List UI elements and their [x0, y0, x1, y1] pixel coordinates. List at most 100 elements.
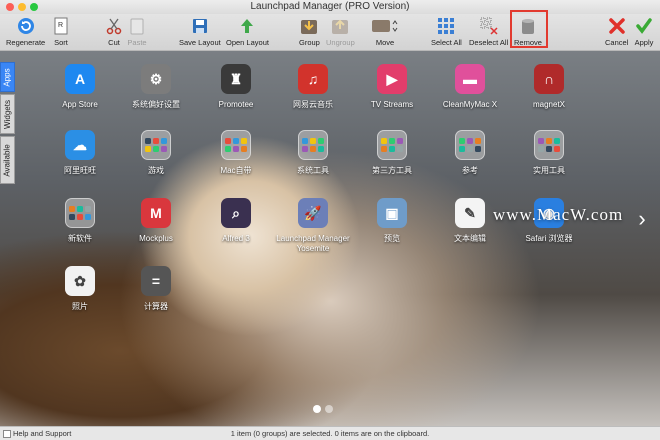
apply-button[interactable]: Apply: [634, 16, 654, 47]
cleanmymac-icon: ▬: [455, 64, 485, 94]
app-item[interactable]: M Mockplus: [118, 198, 194, 244]
app-name: Alfred 3: [222, 234, 250, 243]
app-name: 阿里旺旺: [64, 166, 96, 175]
app-name: Launchpad Manager Yosemite: [276, 234, 350, 253]
app-name: Safari 浏览器: [525, 234, 573, 243]
app-item[interactable]: ⌕ Alfred 3: [198, 198, 274, 244]
remove-highlight-box: [510, 10, 548, 48]
app-item[interactable]: ⚙ 系统偏好设置: [118, 64, 194, 110]
paste-icon: [127, 16, 147, 36]
deselect-all-button[interactable]: Deselect All: [469, 16, 508, 47]
cut-button[interactable]: Cut: [104, 16, 124, 47]
preview-icon: ▣: [377, 198, 407, 228]
app-item[interactable]: Mac自带: [198, 130, 274, 176]
app-name: 参考: [462, 166, 478, 175]
app-item[interactable]: 游戏: [118, 130, 194, 176]
folder-icon: [141, 130, 171, 160]
group-icon: [299, 16, 319, 36]
select-all-icon: [436, 16, 456, 36]
app-item[interactable]: A App Store: [42, 64, 118, 110]
folder-icon: [298, 130, 328, 160]
group-button[interactable]: Group: [299, 16, 320, 47]
svg-text:R: R: [58, 22, 63, 29]
app-name: 文本编辑: [454, 234, 486, 243]
app-name: Mockplus: [139, 234, 173, 243]
app-name: TV Streams: [370, 100, 414, 109]
cancel-button[interactable]: Cancel: [605, 16, 628, 47]
page-indicator: [313, 405, 333, 413]
select-all-button[interactable]: Select All: [431, 16, 462, 47]
app-item[interactable]: 第三方工具: [354, 130, 430, 176]
app-item[interactable]: ♜ Promotee: [198, 64, 274, 110]
next-page-arrow-icon[interactable]: ›: [630, 205, 654, 233]
app-name: 游戏: [148, 166, 164, 175]
tab-available[interactable]: Available: [0, 136, 15, 184]
move-button[interactable]: Move: [370, 16, 400, 47]
paste-button[interactable]: Paste: [127, 16, 147, 47]
app-name: 实用工具: [533, 166, 565, 175]
save-layout-button[interactable]: Save Layout: [179, 16, 221, 47]
page-dot-2[interactable]: [325, 405, 333, 413]
folder-icon: [377, 130, 407, 160]
folder-icon: [65, 198, 95, 228]
sort-icon: R: [51, 16, 71, 36]
tab-apps[interactable]: Apps: [0, 62, 15, 92]
sort-button[interactable]: R Sort: [51, 16, 71, 47]
checkmark-icon: [634, 16, 654, 36]
title-bar: Launchpad Manager (PRO Version): [0, 0, 660, 14]
app-item[interactable]: ∩ magnetX: [511, 64, 587, 110]
page-dot-1[interactable]: [313, 405, 321, 413]
watermark-text: www.MacW.com: [493, 205, 624, 224]
app-name: 第三方工具: [372, 166, 412, 175]
status-message: 1 item (0 groups) are selected. 0 items …: [230, 429, 430, 438]
magnetx-icon: ∩: [534, 64, 564, 94]
status-bar: Help and Support 1 item (0 groups) are s…: [0, 426, 660, 440]
app-name: 系统工具: [297, 166, 329, 175]
ungroup-button[interactable]: Ungroup: [326, 16, 355, 47]
folder-icon: [221, 130, 251, 160]
app-item[interactable]: 参考: [432, 130, 508, 176]
photos-icon: ✿: [65, 266, 95, 296]
app-item[interactable]: ♫ 网易云音乐: [275, 64, 351, 110]
app-name: CleanMyMac X: [442, 100, 498, 109]
open-arrow-icon: [237, 16, 257, 36]
floppy-disk-icon: [190, 16, 210, 36]
tab-widgets[interactable]: Widgets: [0, 94, 15, 134]
app-name: Promotee: [218, 100, 254, 109]
app-name: 计算器: [144, 302, 168, 311]
toolbar: Regenerate R Sort Cut Paste Save Layout …: [0, 14, 660, 51]
calculator-icon: =: [141, 266, 171, 296]
app-store-icon: A: [65, 64, 95, 94]
mockplus-icon: M: [141, 198, 171, 228]
textedit-icon: ✎: [455, 198, 485, 228]
deselect-all-icon: [479, 16, 499, 36]
app-name: magnetX: [532, 100, 566, 109]
open-layout-button[interactable]: Open Layout: [226, 16, 269, 47]
app-name: 系统偏好设置: [132, 100, 180, 109]
regenerate-icon: [16, 16, 36, 36]
app-name: 预览: [384, 234, 400, 243]
app-item[interactable]: 实用工具: [511, 130, 587, 176]
system-preferences-icon: ⚙: [141, 64, 171, 94]
app-name: 网易云音乐: [293, 100, 333, 109]
app-item[interactable]: 系统工具: [275, 130, 351, 176]
ungroup-icon: [330, 16, 350, 36]
alfred-icon: ⌕: [221, 198, 251, 228]
scissors-icon: [104, 16, 124, 36]
app-name: Mac自带: [220, 166, 252, 175]
app-item[interactable]: 🚀 Launchpad Manager Yosemite: [275, 198, 351, 254]
app-item[interactable]: ☁ 阿里旺旺: [42, 130, 118, 176]
app-item[interactable]: ▣ 预览: [354, 198, 430, 244]
window-title: Launchpad Manager (PRO Version): [250, 1, 410, 12]
netease-music-icon: ♫: [298, 64, 328, 94]
app-item[interactable]: ▶ TV Streams: [354, 64, 430, 110]
app-item[interactable]: = 计算器: [118, 266, 194, 312]
app-item[interactable]: 新软件: [42, 198, 118, 244]
app-name: App Store: [62, 100, 98, 109]
app-item[interactable]: ✿ 照片: [42, 266, 118, 312]
regenerate-button[interactable]: Regenerate: [6, 16, 45, 47]
folder-icon: [455, 130, 485, 160]
folder-icon: [534, 130, 564, 160]
move-icon: [370, 16, 400, 36]
app-item[interactable]: ▬ CleanMyMac X: [432, 64, 508, 110]
